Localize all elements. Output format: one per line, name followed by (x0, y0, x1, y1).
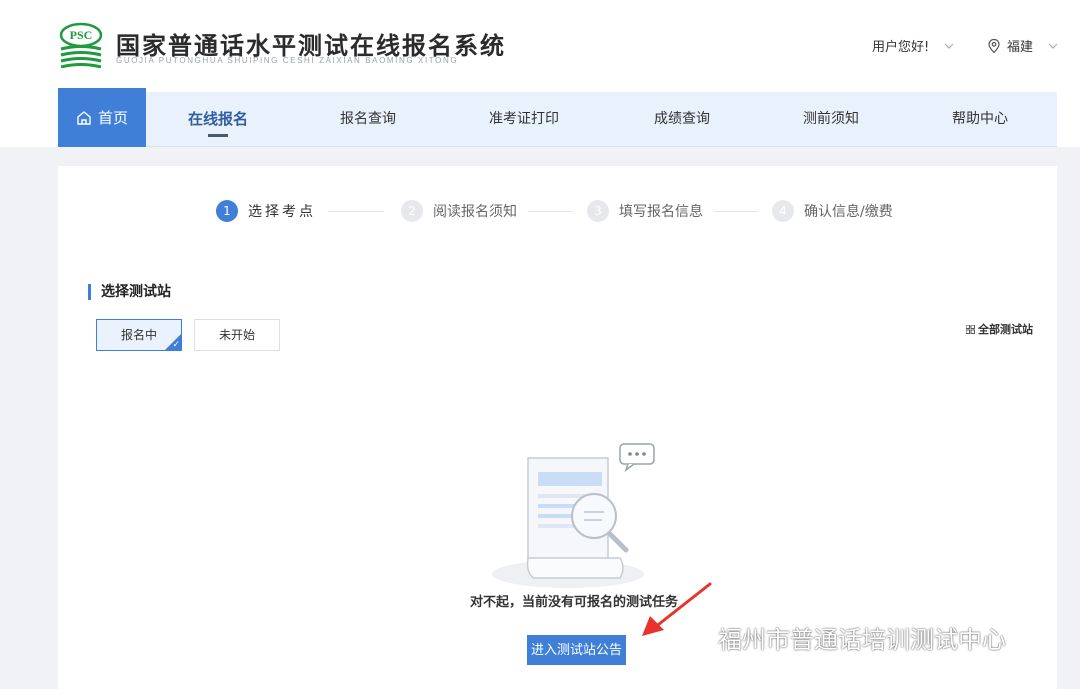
all-test-sites-link[interactable]: 全部测试站 (966, 321, 1033, 337)
nav-item-online-registration[interactable]: 在线报名 (174, 92, 262, 147)
region-selector[interactable]: 福建 (986, 36, 1059, 55)
empty-state-illustration (492, 443, 655, 588)
nav-home-label: 首页 (97, 109, 128, 127)
nav-item-help-center[interactable]: 帮助中心 (936, 92, 1024, 147)
step-2: 2 阅读报名须知 (401, 200, 517, 222)
tab-not-started[interactable]: 未开始 (194, 319, 280, 351)
location-pin-icon (988, 38, 1000, 53)
step-label: 选择考点 (248, 204, 316, 220)
nav-home[interactable]: 首页 (58, 88, 146, 147)
tab-registering[interactable]: 报名中 ✓ (96, 319, 182, 351)
main-card: 1 选择考点 2 阅读报名须知 3 填写报名信息 4 确认信息/缴费 选择测试站… (58, 166, 1057, 689)
grid-icon (966, 324, 975, 334)
svg-text:PSC: PSC (70, 28, 93, 42)
tab-label: 未开始 (218, 328, 255, 342)
step-divider (528, 211, 572, 212)
nav-item-registration-query[interactable]: 报名查询 (324, 92, 412, 147)
section-title: 选择测试站 (88, 284, 171, 300)
all-sites-label: 全部测试站 (978, 323, 1033, 336)
region-label: 福建 (1007, 40, 1034, 55)
nav-item-admission-ticket[interactable]: 准考证打印 (474, 92, 574, 147)
step-number: 2 (401, 200, 423, 222)
step-number: 4 (772, 200, 794, 222)
home-icon (77, 110, 91, 125)
watermark: 福州市普通话培训测试中心 (670, 620, 1006, 655)
watermark-text: 福州市普通话培训测试中心 (718, 626, 1006, 654)
nav-item-pre-test-notice[interactable]: 测前须知 (787, 92, 875, 147)
step-number: 3 (587, 200, 609, 222)
step-divider (714, 211, 758, 212)
page-header: PSC 国家普通话水平测试在线报名系统 GUOJIA PUTONGHUA SHU… (0, 0, 1080, 147)
user-menu[interactable]: 用户您好! (872, 36, 955, 55)
step-indicator: 1 选择考点 2 阅读报名须知 3 填写报名信息 4 确认信息/缴费 (58, 200, 1057, 224)
site-subtitle: GUOJIA PUTONGHUA SHUIPING CESHI ZAIXIAN … (116, 56, 459, 65)
main-nav: 首页 在线报名 报名查询 准考证打印 成绩查询 测前须知 帮助中心 (58, 88, 1057, 147)
checkmark-icon: ✓ (172, 340, 180, 350)
step-3: 3 填写报名信息 (587, 200, 703, 222)
wechat-icon (670, 622, 710, 652)
step-divider (328, 211, 384, 212)
enter-announcement-button[interactable]: 进入测试站公告 (527, 635, 626, 665)
nav-item-score-query[interactable]: 成绩查询 (638, 92, 726, 147)
step-label: 阅读报名须知 (433, 204, 517, 220)
step-1: 1 选择考点 (216, 200, 316, 222)
chevron-down-icon (944, 43, 954, 49)
step-label: 确认信息/缴费 (804, 204, 893, 220)
step-4: 4 确认信息/缴费 (772, 200, 893, 222)
tab-label: 报名中 (120, 328, 157, 342)
step-number: 1 (216, 200, 238, 222)
step-label: 填写报名信息 (619, 204, 703, 220)
chevron-down-icon (1048, 43, 1058, 49)
user-greeting: 用户您好! (872, 40, 930, 55)
psc-logo[interactable]: PSC (58, 22, 104, 68)
